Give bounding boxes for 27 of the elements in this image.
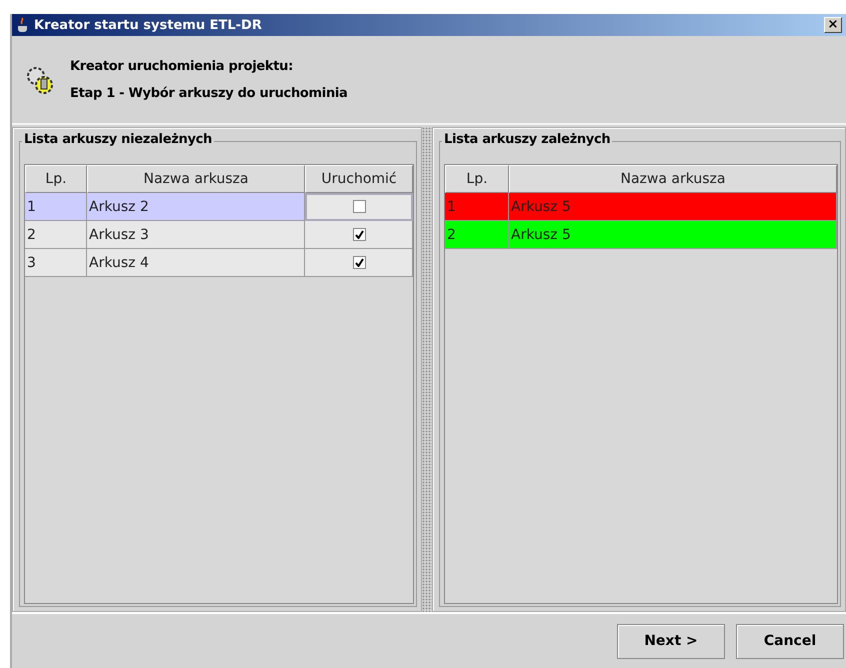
column-header[interactable]: Nazwa arkusza	[87, 165, 305, 193]
table-cell: Arkusz 4	[87, 249, 305, 277]
column-header[interactable]: Lp.	[445, 165, 509, 193]
table-cell: 3	[25, 249, 87, 277]
next-button[interactable]: Next >	[617, 624, 725, 658]
group-title: Lista arkuszy zależnych	[442, 132, 612, 147]
table-cell: Arkusz 2	[87, 193, 305, 221]
checkbox[interactable]	[353, 200, 366, 213]
window-title: Kreator startu systemu ETL-DR	[34, 18, 263, 32]
column-header[interactable]: Nazwa arkusza	[509, 165, 837, 193]
table-cell: 2	[445, 221, 509, 249]
table-cell: Arkusz 3	[87, 221, 305, 249]
table-cell: Arkusz 5	[509, 193, 837, 221]
wizard-step: Etap 1 - Wybór arkuszy do uruchominia	[70, 86, 348, 100]
group-title: Lista arkuszy niezależnych	[22, 132, 214, 147]
checkbox[interactable]	[353, 228, 366, 241]
cancel-button[interactable]: Cancel	[736, 624, 844, 658]
column-header[interactable]: Lp.	[25, 165, 87, 193]
wizard-title: Kreator uruchomienia projektu:	[70, 58, 294, 74]
close-button[interactable]: ×	[824, 17, 842, 33]
table-cell: 2	[25, 221, 87, 249]
table-cell: 1	[25, 193, 87, 221]
java-cup-icon	[16, 17, 30, 33]
table-cell: Arkusz 5	[509, 221, 837, 249]
column-header[interactable]: Uruchomić	[305, 165, 413, 193]
table-cell: 1	[445, 193, 509, 221]
checkbox[interactable]	[353, 256, 366, 269]
